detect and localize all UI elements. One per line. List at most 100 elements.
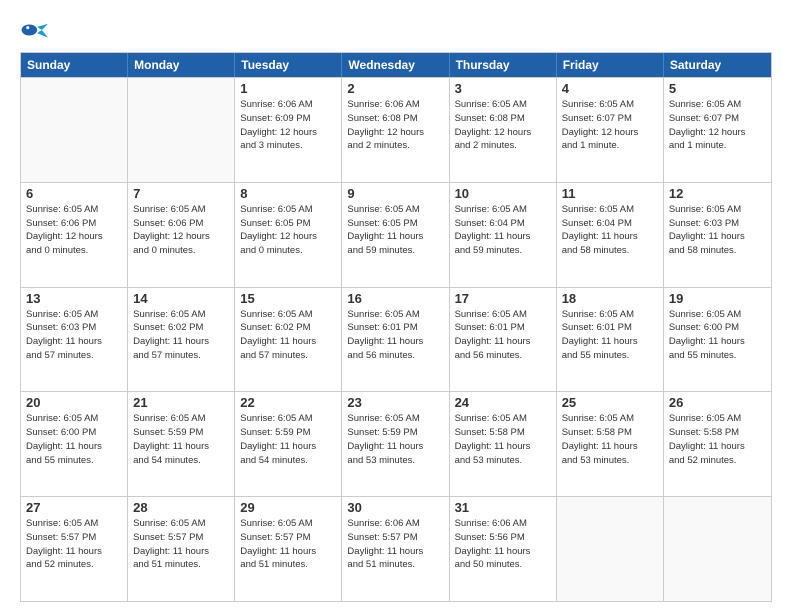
day-info: Sunrise: 6:05 AM Sunset: 5:58 PM Dayligh… [562, 412, 658, 467]
table-row [664, 497, 771, 601]
day-number: 2 [347, 81, 443, 96]
day-number: 15 [240, 291, 336, 306]
calendar-header: SundayMondayTuesdayWednesdayThursdayFrid… [21, 53, 771, 77]
logo-icon [20, 16, 48, 44]
logo [20, 16, 52, 44]
calendar: SundayMondayTuesdayWednesdayThursdayFrid… [20, 52, 772, 602]
day-number: 23 [347, 395, 443, 410]
table-row: 10 Sunrise: 6:05 AM Sunset: 6:04 PM Dayli… [450, 183, 557, 287]
day-number: 31 [455, 500, 551, 515]
day-info: Sunrise: 6:05 AM Sunset: 5:59 PM Dayligh… [133, 412, 229, 467]
table-row: 23 Sunrise: 6:05 AM Sunset: 5:59 PM Dayli… [342, 392, 449, 496]
day-number: 3 [455, 81, 551, 96]
table-row: 19 Sunrise: 6:05 AM Sunset: 6:00 PM Dayli… [664, 288, 771, 392]
day-number: 16 [347, 291, 443, 306]
table-row: 6 Sunrise: 6:05 AM Sunset: 6:06 PM Daylig… [21, 183, 128, 287]
day-number: 12 [669, 186, 766, 201]
week-2: 6 Sunrise: 6:05 AM Sunset: 6:06 PM Daylig… [21, 182, 771, 287]
table-row [21, 78, 128, 182]
table-row: 17 Sunrise: 6:05 AM Sunset: 6:01 PM Dayli… [450, 288, 557, 392]
table-row [128, 78, 235, 182]
day-info: Sunrise: 6:06 AM Sunset: 6:09 PM Dayligh… [240, 98, 336, 153]
table-row: 9Sunrise: 6:05 AM Sunset: 6:05 PM Daylig… [342, 183, 449, 287]
header [20, 16, 772, 44]
day-number: 5 [669, 81, 766, 96]
day-info: Sunrise: 6:05 AM Sunset: 5:58 PM Dayligh… [669, 412, 766, 467]
table-row: 24 Sunrise: 6:05 AM Sunset: 5:58 PM Dayli… [450, 392, 557, 496]
day-number: 17 [455, 291, 551, 306]
day-info: Sunrise: 6:05 AM Sunset: 6:02 PM Dayligh… [240, 308, 336, 363]
table-row: 4 Sunrise: 6:05 AM Sunset: 6:07 PM Daylig… [557, 78, 664, 182]
table-row: 20Sunrise: 6:05 AM Sunset: 6:00 PM Dayli… [21, 392, 128, 496]
day-info: Sunrise: 6:05 AM Sunset: 6:05 PM Dayligh… [240, 203, 336, 258]
day-number: 10 [455, 186, 551, 201]
day-number: 27 [26, 500, 122, 515]
day-info: Sunrise: 6:06 AM Sunset: 5:56 PM Dayligh… [455, 517, 551, 572]
day-info: Sunrise: 6:05 AM Sunset: 5:58 PM Dayligh… [455, 412, 551, 467]
header-day-monday: Monday [128, 53, 235, 77]
day-info: Sunrise: 6:05 AM Sunset: 6:04 PM Dayligh… [562, 203, 658, 258]
day-number: 14 [133, 291, 229, 306]
day-number: 25 [562, 395, 658, 410]
week-4: 20Sunrise: 6:05 AM Sunset: 6:00 PM Dayli… [21, 391, 771, 496]
table-row: 29 Sunrise: 6:05 AM Sunset: 5:57 PM Dayli… [235, 497, 342, 601]
table-row: 21Sunrise: 6:05 AM Sunset: 5:59 PM Dayli… [128, 392, 235, 496]
table-row: 28Sunrise: 6:05 AM Sunset: 5:57 PM Dayli… [128, 497, 235, 601]
page: SundayMondayTuesdayWednesdayThursdayFrid… [0, 0, 792, 612]
table-row: 26 Sunrise: 6:05 AM Sunset: 5:58 PM Dayli… [664, 392, 771, 496]
day-number: 28 [133, 500, 229, 515]
table-row: 18 Sunrise: 6:05 AM Sunset: 6:01 PM Dayli… [557, 288, 664, 392]
day-number: 8 [240, 186, 336, 201]
day-info: Sunrise: 6:05 AM Sunset: 5:59 PM Dayligh… [240, 412, 336, 467]
table-row: 14Sunrise: 6:05 AM Sunset: 6:02 PM Dayli… [128, 288, 235, 392]
day-info: Sunrise: 6:05 AM Sunset: 6:03 PM Dayligh… [669, 203, 766, 258]
week-1: 1 Sunrise: 6:06 AM Sunset: 6:09 PM Daylig… [21, 77, 771, 182]
table-row: 3 Sunrise: 6:05 AM Sunset: 6:08 PM Daylig… [450, 78, 557, 182]
header-day-tuesday: Tuesday [235, 53, 342, 77]
day-info: Sunrise: 6:06 AM Sunset: 5:57 PM Dayligh… [347, 517, 443, 572]
table-row: 2 Sunrise: 6:06 AM Sunset: 6:08 PM Daylig… [342, 78, 449, 182]
day-info: Sunrise: 6:05 AM Sunset: 6:05 PM Dayligh… [347, 203, 443, 258]
table-row: 22Sunrise: 6:05 AM Sunset: 5:59 PM Dayli… [235, 392, 342, 496]
day-number: 6 [26, 186, 122, 201]
day-number: 13 [26, 291, 122, 306]
day-info: Sunrise: 6:05 AM Sunset: 5:59 PM Dayligh… [347, 412, 443, 467]
day-info: Sunrise: 6:05 AM Sunset: 6:07 PM Dayligh… [669, 98, 766, 153]
day-info: Sunrise: 6:05 AM Sunset: 6:06 PM Dayligh… [133, 203, 229, 258]
day-info: Sunrise: 6:05 AM Sunset: 6:00 PM Dayligh… [669, 308, 766, 363]
week-5: 27 Sunrise: 6:05 AM Sunset: 5:57 PM Dayli… [21, 496, 771, 601]
table-row [557, 497, 664, 601]
table-row: 15 Sunrise: 6:05 AM Sunset: 6:02 PM Dayli… [235, 288, 342, 392]
header-day-sunday: Sunday [21, 53, 128, 77]
day-info: Sunrise: 6:05 AM Sunset: 6:06 PM Dayligh… [26, 203, 122, 258]
day-number: 29 [240, 500, 336, 515]
day-info: Sunrise: 6:05 AM Sunset: 6:08 PM Dayligh… [455, 98, 551, 153]
day-number: 26 [669, 395, 766, 410]
week-3: 13Sunrise: 6:05 AM Sunset: 6:03 PM Dayli… [21, 287, 771, 392]
table-row: 27 Sunrise: 6:05 AM Sunset: 5:57 PM Dayli… [21, 497, 128, 601]
table-row: 13Sunrise: 6:05 AM Sunset: 6:03 PM Dayli… [21, 288, 128, 392]
day-info: Sunrise: 6:06 AM Sunset: 6:08 PM Dayligh… [347, 98, 443, 153]
day-number: 19 [669, 291, 766, 306]
calendar-body: 1 Sunrise: 6:06 AM Sunset: 6:09 PM Daylig… [21, 77, 771, 601]
day-info: Sunrise: 6:05 AM Sunset: 6:07 PM Dayligh… [562, 98, 658, 153]
day-number: 20 [26, 395, 122, 410]
day-number: 24 [455, 395, 551, 410]
day-number: 4 [562, 81, 658, 96]
day-number: 1 [240, 81, 336, 96]
day-info: Sunrise: 6:05 AM Sunset: 5:57 PM Dayligh… [240, 517, 336, 572]
day-info: Sunrise: 6:05 AM Sunset: 6:01 PM Dayligh… [562, 308, 658, 363]
day-info: Sunrise: 6:05 AM Sunset: 6:04 PM Dayligh… [455, 203, 551, 258]
day-info: Sunrise: 6:05 AM Sunset: 5:57 PM Dayligh… [26, 517, 122, 572]
header-day-friday: Friday [557, 53, 664, 77]
table-row: 31 Sunrise: 6:06 AM Sunset: 5:56 PM Dayli… [450, 497, 557, 601]
table-row: 8 Sunrise: 6:05 AM Sunset: 6:05 PM Daylig… [235, 183, 342, 287]
table-row: 30Sunrise: 6:06 AM Sunset: 5:57 PM Dayli… [342, 497, 449, 601]
day-number: 7 [133, 186, 229, 201]
header-day-saturday: Saturday [664, 53, 771, 77]
table-row: 25 Sunrise: 6:05 AM Sunset: 5:58 PM Dayli… [557, 392, 664, 496]
header-day-thursday: Thursday [450, 53, 557, 77]
day-info: Sunrise: 6:05 AM Sunset: 6:01 PM Dayligh… [455, 308, 551, 363]
day-number: 18 [562, 291, 658, 306]
table-row: 11Sunrise: 6:05 AM Sunset: 6:04 PM Dayli… [557, 183, 664, 287]
